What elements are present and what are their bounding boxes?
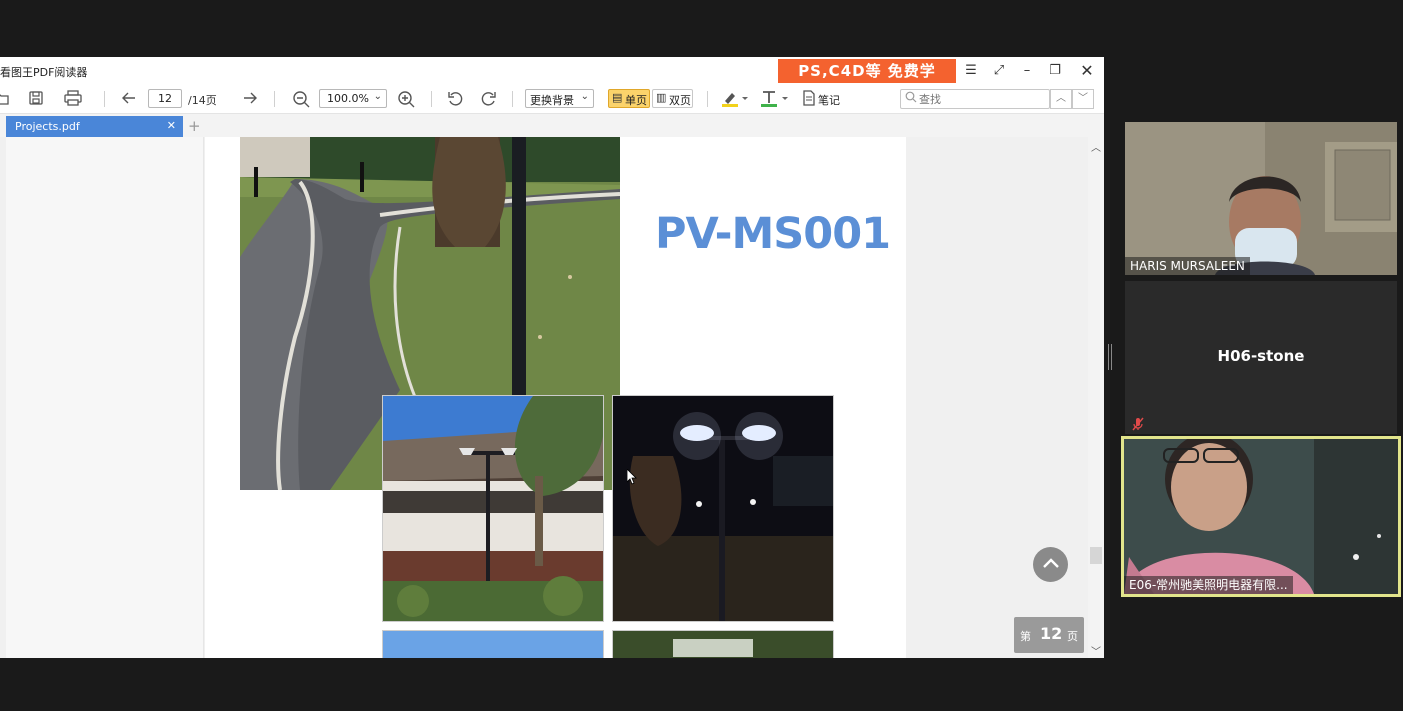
hamburger-icon[interactable]: ☰	[960, 61, 982, 81]
minimize-icon[interactable]: –	[1016, 61, 1038, 81]
zoom-in-icon[interactable]	[397, 90, 415, 108]
photo-sky-partial	[382, 630, 604, 658]
text-color-icon[interactable]	[760, 90, 788, 108]
toolbar-separator	[707, 91, 708, 107]
search-icon	[905, 91, 917, 106]
page-total: /14页	[188, 94, 217, 107]
rotate-right-icon[interactable]	[479, 90, 497, 108]
change-background-select[interactable]: 更换背景 ⌄	[525, 89, 594, 108]
arrow-left-icon[interactable]	[120, 90, 138, 108]
folder-icon[interactable]	[0, 90, 10, 108]
toolbar-separator	[512, 91, 513, 107]
page-badge-prefix: 第	[1020, 630, 1031, 643]
video-tile-e06[interactable]: E06-常州驰美照明电器有限...	[1121, 436, 1401, 597]
muted-mic-icon	[1132, 417, 1144, 431]
vertical-scrollbar[interactable]: ︿ ﹀	[1088, 137, 1104, 658]
print-icon[interactable]	[64, 90, 82, 108]
participant-name: H06-stone	[1217, 347, 1305, 365]
zoom-value: 100.0%	[327, 92, 369, 105]
page-number-input[interactable]	[148, 89, 182, 108]
expand-icon[interactable]: ⤢	[988, 61, 1010, 81]
back-to-top-button[interactable]	[1033, 547, 1068, 582]
arrow-right-icon[interactable]	[241, 90, 259, 108]
toolbar: /14页 100.0% ⌄ 更换背景 ⌄ ▤ 单页	[0, 84, 1104, 114]
toolbar-separator	[104, 91, 105, 107]
tab-projects-pdf[interactable]: Projects.pdf ✕	[6, 116, 183, 137]
tab-bar: Projects.pdf ✕ +	[0, 115, 1104, 137]
close-icon[interactable]: ✕	[167, 119, 176, 132]
page-number-badge: 第 12 页	[1014, 617, 1084, 653]
page-badge-suffix: 页	[1067, 630, 1078, 643]
notes-label[interactable]: 笔记	[818, 92, 840, 108]
double-page-icon: ▥	[656, 91, 667, 104]
single-page-label: 单页	[625, 94, 647, 107]
highlighter-icon[interactable]	[721, 90, 748, 108]
title-bar: 看图王PDF阅读器 PS,C4D等 免费学 ☰ ⤢ – ❐ ✕	[0, 57, 1104, 84]
notes-icon[interactable]	[800, 90, 818, 108]
photo-lamp-night	[612, 395, 834, 622]
chevron-down-icon: ⌄	[373, 91, 382, 102]
pdf-page: PV-MS001	[205, 137, 906, 658]
page-badge-number: 12	[1040, 624, 1063, 643]
tab-label: Projects.pdf	[15, 120, 80, 133]
change-background-label: 更换背景	[530, 94, 574, 107]
scroll-thumb[interactable]	[1090, 547, 1102, 564]
participant-name: HARIS MURSALEEN	[1125, 257, 1250, 275]
document-viewport[interactable]: PV-MS001 ︿ ﹀ 第 12 页	[0, 137, 1104, 658]
participant-video	[1124, 439, 1398, 594]
zoom-select[interactable]: 100.0% ⌄	[319, 89, 387, 108]
single-page-icon: ▤	[612, 91, 623, 104]
search-prev-button[interactable]: ︿	[1050, 89, 1072, 109]
chevron-down-icon: ⌄	[580, 91, 589, 102]
app-title: 看图王PDF阅读器	[0, 66, 88, 79]
video-tile-haris[interactable]: HARIS MURSALEEN	[1125, 122, 1397, 275]
single-page-button[interactable]: ▤ 单页	[608, 89, 650, 108]
search-next-button[interactable]: ﹀	[1072, 89, 1094, 109]
participant-video	[1125, 122, 1397, 275]
restore-icon[interactable]: ❐	[1044, 61, 1066, 81]
toolbar-separator	[431, 91, 432, 107]
chevron-up-icon[interactable]: ︿	[1088, 139, 1104, 154]
product-title: PV-MS001	[655, 209, 891, 259]
toolbar-separator	[274, 91, 275, 107]
photo-building-lamp	[382, 395, 604, 622]
video-tile-stone[interactable]: H06-stone	[1125, 281, 1397, 434]
mouse-cursor-icon	[627, 469, 637, 485]
double-page-label: 双页	[669, 94, 691, 107]
rotate-left-icon[interactable]	[447, 90, 465, 108]
photo-greenery-partial	[612, 630, 834, 658]
search-box[interactable]	[900, 89, 1050, 109]
save-icon[interactable]	[27, 90, 45, 108]
panel-splitter[interactable]	[1108, 344, 1112, 370]
zoom-out-icon[interactable]	[292, 90, 310, 108]
double-page-button[interactable]: ▥ 双页	[652, 89, 693, 108]
search-input[interactable]	[919, 91, 1047, 107]
ad-banner[interactable]: PS,C4D等 免费学	[778, 59, 956, 83]
chevron-down-icon[interactable]: ﹀	[1088, 643, 1104, 658]
pdf-reader-window: 看图王PDF阅读器 PS,C4D等 免费学 ☰ ⤢ – ❐ ✕ /14页	[0, 57, 1104, 658]
close-icon[interactable]: ✕	[1076, 61, 1098, 81]
participant-name: E06-常州驰美照明电器有限...	[1124, 576, 1293, 594]
add-tab-icon[interactable]: +	[188, 117, 201, 135]
thumbnail-sidebar	[6, 137, 204, 658]
